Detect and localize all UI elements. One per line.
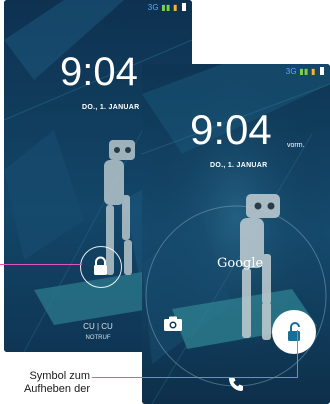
callout-line-back (0, 264, 82, 265)
callout-label: Symbol zum Aufheben der (0, 370, 90, 396)
front-lockscreen: 3G ▮▮ ▮ 9:04 vorm. DO., 1. JANUAR Google (142, 64, 330, 404)
signal-icon: ▮▮ (161, 3, 171, 12)
clock-time-front: 9:04 (190, 106, 272, 153)
unlock-button[interactable] (272, 310, 316, 354)
clock-date: DO., 1. JANUAR (82, 104, 140, 111)
time-suffix: vorm. (287, 142, 305, 149)
status-bar-front: 3G ▮▮ ▮ (286, 67, 324, 76)
network-type: 3G (147, 3, 159, 12)
callout-line-1: Symbol zum (29, 370, 90, 382)
callout-line-front-horizontal (92, 377, 297, 378)
lock-button[interactable] (80, 246, 122, 288)
clock-time: 9:04 (60, 50, 138, 94)
callout-line-front-vertical (297, 330, 298, 378)
signal-icon-front-2: ▮ (310, 67, 316, 76)
lock-icon (94, 256, 107, 275)
callout-line-2: Aufheben der (23, 383, 90, 395)
camera-icon[interactable] (163, 316, 183, 332)
signal-icon-2: ▮ (172, 3, 178, 12)
status-bar: 3G ▮▮ ▮ (148, 3, 186, 12)
battery-icon-front (320, 67, 324, 75)
google-label: Google (217, 256, 264, 271)
phone-icon[interactable] (228, 376, 244, 392)
battery-icon (182, 3, 186, 11)
signal-icon-front: ▮▮ (299, 67, 309, 76)
unlock-icon (288, 322, 300, 341)
clock-date-front: DO., 1. JANUAR (210, 162, 268, 169)
network-type-front: 3G (285, 67, 297, 76)
